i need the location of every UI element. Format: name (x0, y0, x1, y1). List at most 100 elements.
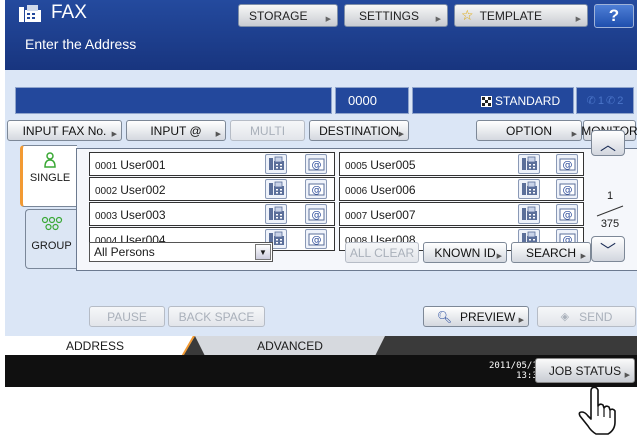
email-icon[interactable]: @ (556, 154, 578, 174)
known-id-label: KNOWN ID (434, 245, 496, 260)
tab-advanced[interactable]: ADVANCED (195, 336, 385, 355)
input-email-button[interactable]: INPUT @ ▶ (126, 120, 226, 141)
entry-label: 0002 User002 (95, 183, 166, 197)
back-space-label: BACK SPACE (178, 309, 255, 324)
settings-button[interactable]: SETTINGS ▶ (344, 4, 448, 27)
chevron-right-icon: ▶ (580, 253, 586, 260)
preview-icon: 🔍︎ (436, 309, 452, 324)
svg-text:@: @ (312, 160, 322, 171)
star-icon: ☆ (461, 7, 474, 23)
settings-label: SETTINGS (359, 8, 420, 23)
page-total: 375 (600, 218, 620, 230)
scroll-down-button[interactable]: ﹀ (591, 236, 625, 262)
pointing-hand-icon (578, 386, 616, 435)
chevron-right-icon: ▶ (435, 16, 441, 23)
chevron-right-icon: ▶ (518, 317, 524, 324)
chevron-right-icon: ▶ (496, 253, 502, 260)
entry-label: 0005 User005 (345, 158, 416, 172)
back-space-button[interactable]: BACK SPACE (168, 306, 265, 327)
email-icon[interactable]: @ (305, 179, 327, 199)
phone-icon: ✆ (586, 95, 596, 107)
tab-single[interactable]: SINGLE (20, 145, 77, 207)
chevron-right-icon: ▶ (215, 131, 221, 138)
chevron-right-icon: ▶ (571, 131, 577, 138)
storage-button[interactable]: STORAGE ▶ (238, 4, 338, 27)
person-filter-select[interactable]: All Persons ▼ (89, 242, 273, 262)
fax-icon[interactable] (265, 179, 287, 199)
preview-button[interactable]: 🔍︎ PREVIEW ▶ (423, 306, 529, 327)
svg-text:@: @ (563, 185, 573, 196)
app-title: FAX (51, 2, 87, 23)
svg-text:@: @ (312, 185, 322, 196)
search-button[interactable]: SEARCH ▶ (511, 242, 591, 263)
scroll-up-button[interactable]: ︿ (591, 130, 625, 156)
send-button[interactable]: ◈ SEND (537, 306, 636, 327)
tab-advanced-label: ADVANCED (257, 338, 323, 353)
entry-label: 0003 User003 (95, 208, 166, 222)
person-icon (44, 152, 56, 168)
chevron-right-icon: ▶ (624, 372, 630, 379)
list-item[interactable]: 0003 User003 @ (89, 202, 335, 226)
list-item[interactable]: 0002 User002 @ (89, 177, 335, 201)
input-email-label: INPUT @ (150, 123, 202, 138)
entry-label: 0006 User006 (345, 183, 416, 197)
list-item[interactable]: 0001 User001 @ (89, 152, 335, 176)
known-id-button[interactable]: KNOWN ID ▶ (423, 242, 507, 263)
list-item[interactable]: 0007 User007 @ (339, 202, 584, 226)
option-button[interactable]: OPTION ▶ (476, 120, 582, 141)
email-icon[interactable]: @ (556, 179, 578, 199)
group-icon (41, 216, 63, 231)
svg-text:@: @ (563, 210, 573, 221)
chevron-right-icon: ▶ (398, 131, 404, 138)
resolution-label: STANDARD (495, 93, 561, 108)
email-icon[interactable]: @ (305, 229, 327, 249)
chevron-right-icon: ▶ (325, 16, 331, 23)
list-item[interactable]: 0006 User006 @ (339, 177, 584, 201)
svg-text:@: @ (312, 210, 322, 221)
chevron-right-icon: ▶ (111, 131, 117, 138)
email-icon[interactable]: @ (305, 154, 327, 174)
list-item[interactable]: 0005 User005 @ (339, 152, 584, 176)
phone-icon: ✆ (606, 95, 616, 107)
main-panel: 0000 STANDARD ✆ 1 ✆ 2 INPUT FAX No. ▶ INPU… (5, 70, 637, 336)
help-button[interactable]: ? (594, 4, 634, 28)
pause-label: PAUSE (107, 309, 147, 324)
page-subtitle: Enter the Address (25, 36, 137, 52)
resolution-icon (481, 96, 492, 107)
pause-button[interactable]: PAUSE (89, 306, 165, 327)
address-display (15, 87, 332, 114)
job-status-button[interactable]: JOB STATUS ▶ (535, 358, 635, 383)
fax-machine-icon (19, 5, 41, 22)
template-button[interactable]: ☆ TEMPLATE ▶ (454, 4, 588, 27)
filter-selected: All Persons (94, 245, 155, 259)
fax-icon[interactable] (518, 204, 540, 224)
fax-icon[interactable] (518, 154, 540, 174)
fax-icon[interactable] (518, 179, 540, 199)
tab-group-label: GROUP (31, 240, 72, 252)
option-label: OPTION (505, 123, 552, 138)
fax-icon[interactable] (265, 154, 287, 174)
template-label: TEMPLATE (479, 8, 543, 23)
tab-group[interactable]: GROUP (25, 209, 77, 269)
page-divider (596, 205, 624, 217)
tab-address[interactable]: ADDRESS (5, 336, 195, 355)
job-status-label: JOB STATUS (548, 363, 622, 378)
destination-label: DESTINATION (319, 123, 399, 138)
resolution-display: STANDARD (412, 87, 574, 114)
fax-screen: FAX Enter the Address STORAGE ▶ SETTINGS… (5, 0, 637, 387)
all-clear-button[interactable]: ALL CLEAR (345, 242, 419, 263)
email-icon[interactable]: @ (556, 204, 578, 224)
info-bar: 0000 STANDARD ✆ 1 ✆ 2 (5, 87, 637, 114)
dropdown-arrow-icon: ▼ (255, 244, 271, 260)
search-label: SEARCH (525, 245, 576, 260)
destination-button[interactable]: DESTINATION ▶ (309, 120, 409, 141)
svg-text:@: @ (312, 235, 322, 246)
email-icon[interactable]: @ (305, 204, 327, 224)
line-2-label: 2 (617, 94, 624, 107)
input-fax-no-label: INPUT FAX No. (22, 123, 107, 138)
tab-single-label: SINGLE (29, 172, 71, 184)
fax-icon[interactable] (265, 204, 287, 224)
chevron-up-icon: ︿ (599, 137, 616, 154)
input-fax-no-button[interactable]: INPUT FAX No. ▶ (7, 120, 122, 141)
multi-button[interactable]: MULTI (230, 120, 305, 141)
